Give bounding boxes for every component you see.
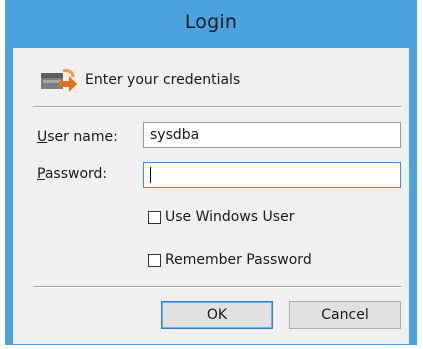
password-input[interactable] <box>143 162 401 188</box>
credentials-header: Enter your credentials <box>39 67 240 93</box>
window-title: Login <box>184 11 238 33</box>
remember-password-label[interactable]: Remember Password <box>165 252 312 268</box>
login-key-icon <box>39 67 79 93</box>
username-value: sysdba <box>150 127 200 143</box>
remember-password-checkbox[interactable] <box>148 253 161 267</box>
top-separator <box>33 106 401 108</box>
username-input[interactable]: sysdba <box>143 122 401 148</box>
text-caret <box>150 167 151 183</box>
header-text: Enter your credentials <box>85 72 241 88</box>
use-windows-user-option[interactable]: Use Windows User <box>148 209 294 225</box>
dialog-body: Enter your credentials User name: sysdba… <box>13 48 409 344</box>
login-dialog: Login Enter your credentials User name: … <box>5 0 417 345</box>
password-label: Password: <box>37 166 108 182</box>
title-bar[interactable]: Login <box>5 0 417 40</box>
cancel-button[interactable]: Cancel <box>289 301 401 329</box>
bottom-separator <box>33 286 401 288</box>
use-windows-user-checkbox[interactable] <box>148 210 161 224</box>
username-label: User name: <box>37 129 118 145</box>
remember-password-option[interactable]: Remember Password <box>148 252 312 268</box>
use-windows-user-label[interactable]: Use Windows User <box>165 209 294 225</box>
ok-button[interactable]: OK <box>161 301 273 329</box>
